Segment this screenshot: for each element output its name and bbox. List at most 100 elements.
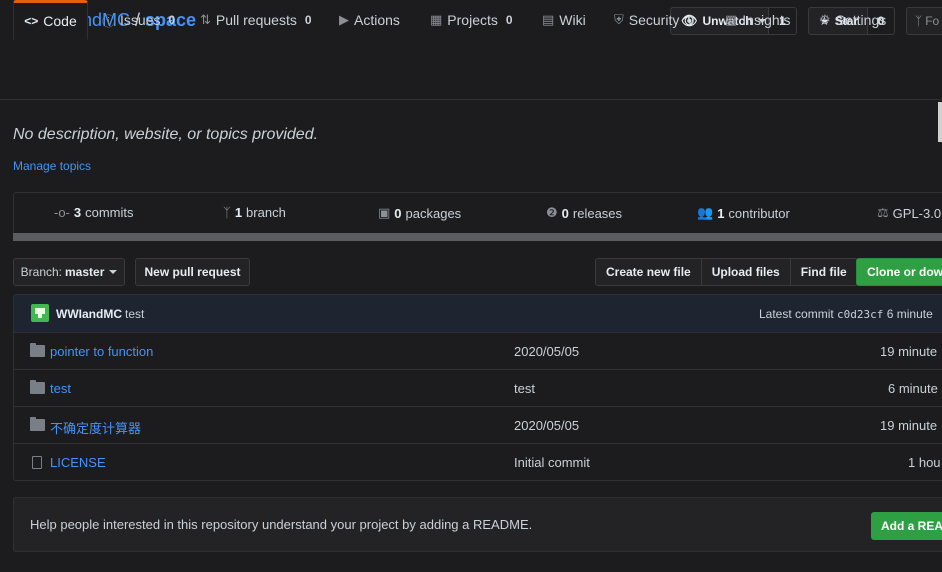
fork-label: Fo — [925, 14, 940, 28]
tab-insights[interactable]: ▩ Insights — [725, 0, 791, 40]
releases-label: releases — [572, 205, 623, 221]
commit-author[interactable]: WWIandMC — [56, 307, 122, 321]
file-commit-message[interactable]: Initial commit — [514, 455, 590, 470]
scrollbar-thumb[interactable] — [938, 102, 942, 142]
tab-pull-requests-label: Pull requests — [215, 12, 297, 28]
tab-projects-count: 0 — [505, 13, 513, 27]
releases-count: 0 — [561, 205, 569, 221]
tab-issues[interactable]: ⓘ Issues 0 — [102, 0, 175, 40]
play-icon: ▶ — [339, 12, 349, 27]
file-commit-message[interactable]: 2020/05/05 — [514, 418, 579, 433]
file-commit-message[interactable]: test — [514, 381, 535, 396]
chevron-down-icon — [109, 270, 118, 274]
license-label: GPL-3.0 — [892, 205, 942, 221]
contributors-count: 1 — [717, 205, 725, 221]
file-age: 1 hou — [908, 455, 941, 470]
tab-wiki[interactable]: ▤ Wiki — [542, 0, 586, 40]
file-actions-group: Create new file Upload files Find file — [595, 258, 858, 286]
folder-icon — [30, 417, 45, 431]
folder-icon — [30, 343, 45, 357]
file-age: 19 minute — [880, 418, 938, 433]
readme-prompt: Help people interested in this repositor… — [13, 497, 942, 552]
commits-label: commits — [85, 205, 134, 220]
table-row: pointer to function 2020/05/05 19 minute — [14, 332, 942, 369]
tab-issues-count: 0 — [168, 13, 176, 27]
tab-pull-requests[interactable]: ⇅ Pull requests 0 — [200, 0, 312, 40]
releases-link[interactable]: ❷ 0 releases — [546, 205, 622, 221]
tab-projects-label: Projects — [447, 12, 498, 28]
pull-request-icon: ⇅ — [200, 12, 211, 27]
branch-icon: ᛉ — [223, 205, 231, 220]
tab-issues-label: Issues — [120, 12, 161, 28]
repo-description: No description, website, or topics provi… — [13, 126, 319, 143]
commit-sha-link[interactable]: c0d23cf — [837, 308, 883, 321]
tab-projects[interactable]: ▦ Projects 0 — [430, 0, 513, 40]
upload-files-button[interactable]: Upload files — [701, 259, 791, 285]
tab-wiki-label: Wiki — [559, 12, 586, 28]
branch-prefix: Branch: — [20, 265, 62, 279]
tab-settings[interactable]: ⚙ Settings — [819, 0, 886, 40]
shield-icon: ⛨ — [614, 12, 624, 27]
create-new-file-button[interactable]: Create new file — [596, 259, 702, 285]
latest-commit-info: Latest commit c0d23cf 6 minute — [759, 307, 933, 321]
project-icon: ▦ — [430, 12, 443, 27]
packages-link[interactable]: ▣ 0 packages — [378, 205, 461, 221]
gear-icon: ⚙ — [819, 12, 831, 27]
branch-label: branch — [246, 205, 286, 220]
file-name-link[interactable]: pointer to function — [50, 344, 153, 359]
book-icon: ▤ — [542, 12, 555, 27]
file-name-link[interactable]: 不确定度计算器 — [50, 418, 141, 437]
tab-security[interactable]: ⛨ Security 0 — [614, 0, 694, 40]
branch-name: master — [65, 265, 105, 279]
fork-icon: ᛉ — [915, 14, 923, 28]
file-name-link[interactable]: test — [50, 381, 71, 396]
file-name-link[interactable]: LICENSE — [50, 455, 106, 470]
law-icon: ⚖ — [877, 205, 889, 220]
file-age: 19 minute — [880, 344, 938, 359]
file-icon — [32, 456, 42, 469]
table-row: test test 6 minute — [14, 369, 942, 406]
branch-select-button[interactable]: Branch: master — [13, 258, 125, 286]
branch-count: 1 — [234, 205, 243, 220]
file-table: WWIandMC test Latest commit c0d23cf 6 mi… — [13, 294, 942, 481]
repo-nav-tabs — [0, 59, 942, 100]
commit-message[interactable]: test — [125, 307, 144, 321]
people-icon: 👥 — [697, 205, 714, 220]
tab-actions[interactable]: ▶ Actions — [339, 0, 400, 40]
package-icon: ▣ — [378, 205, 391, 220]
commits-link[interactable]: -o- 3 commits — [54, 205, 134, 220]
tab-code-label: Code — [43, 13, 77, 29]
contributors-label: contributor — [728, 205, 790, 221]
clone-or-download-button[interactable]: Clone or dow — [856, 258, 942, 286]
avatar[interactable] — [31, 304, 49, 322]
readme-prompt-text: Help people interested in this repositor… — [30, 517, 533, 532]
commits-count: 3 — [73, 205, 82, 220]
table-row: LICENSE Initial commit 1 hou — [14, 443, 942, 480]
manage-topics-link[interactable]: Manage topics — [13, 159, 91, 173]
latest-commit-label: Latest commit — [759, 307, 834, 321]
table-row: 不确定度计算器 2020/05/05 19 minute — [14, 406, 942, 443]
folder-icon — [30, 380, 45, 394]
branch-link[interactable]: ᛉ 1 branch — [223, 205, 286, 220]
code-icon: <> — [24, 14, 39, 28]
latest-commit-bar: WWIandMC test Latest commit c0d23cf 6 mi… — [14, 295, 942, 333]
license-link[interactable]: ⚖ GPL-3.0 — [877, 205, 941, 221]
issue-icon: ⓘ — [102, 13, 116, 29]
tab-pull-requests-count: 0 — [304, 13, 312, 27]
tab-settings-label: Settings — [835, 12, 887, 28]
tab-actions-label: Actions — [354, 12, 400, 28]
file-commit-message[interactable]: 2020/05/05 — [514, 344, 579, 359]
file-age: 6 minute — [888, 381, 938, 396]
tab-security-label: Security — [628, 12, 680, 28]
language-bar — [13, 233, 942, 241]
latest-commit-age: 6 minute — [886, 307, 933, 321]
tab-code[interactable]: <> Code — [13, 0, 88, 40]
packages-count: 0 — [394, 205, 402, 221]
contributors-link[interactable]: 👥 1 contributor — [697, 205, 790, 221]
add-readme-button[interactable]: Add a REA — [871, 512, 942, 540]
fork-button[interactable]: ᛉ Fo — [906, 7, 942, 35]
new-pull-request-button[interactable]: New pull request — [135, 258, 250, 286]
tag-icon: ❷ — [546, 205, 558, 220]
find-file-button[interactable]: Find file — [790, 259, 857, 285]
packages-label: packages — [405, 205, 462, 221]
